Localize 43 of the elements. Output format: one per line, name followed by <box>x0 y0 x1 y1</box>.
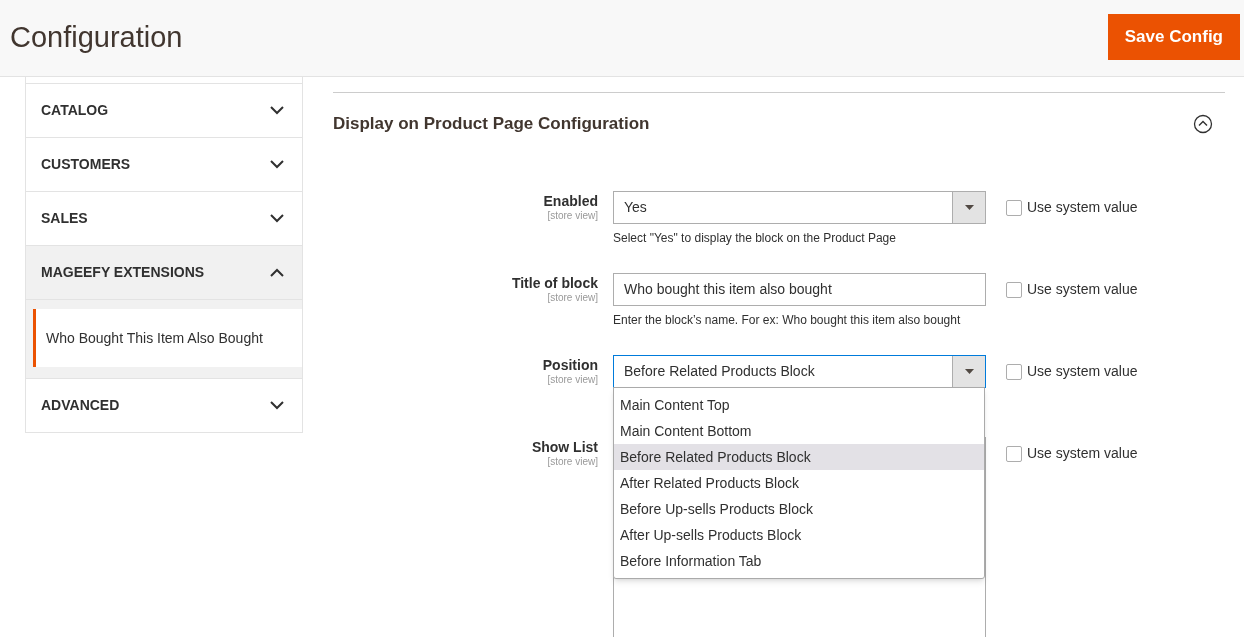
dropdown-option[interactable]: Before Up-sells Products Block <box>614 496 984 522</box>
field-label: Show List <box>530 439 598 456</box>
checkbox-label: Use system value <box>1027 362 1138 381</box>
checkbox-label: Use system value <box>1027 198 1138 217</box>
checkbox[interactable] <box>1006 445 1022 462</box>
dropdown-option[interactable]: After Up-sells Products Block <box>614 522 984 548</box>
scope-label: [store view] <box>546 292 598 304</box>
dropdown-option[interactable]: Before Information Tab <box>614 548 984 574</box>
field-note: Select "Yes" to display the block on the Product Page <box>613 230 897 247</box>
checkbox[interactable] <box>1006 363 1022 380</box>
checkbox-label: Use system value <box>1027 444 1138 463</box>
chevron-down-icon <box>270 160 284 169</box>
dropdown-option[interactable]: Before Related Products Block <box>614 444 984 470</box>
sidebar-link[interactable]: Who Bought This Item Also Bought <box>33 309 302 367</box>
save-config-button[interactable]: Save Config <box>1107 14 1240 60</box>
dropdown-option[interactable]: Main Content Bottom <box>614 418 984 444</box>
field-label: Position <box>541 357 598 374</box>
chevron-down-icon <box>270 401 284 410</box>
chevron-up-icon <box>270 268 284 277</box>
scope-label: [store view] <box>546 210 598 222</box>
sidebar-section[interactable]: SALES <box>25 192 303 246</box>
sidebar-section[interactable]: CUSTOMERS <box>25 138 303 192</box>
field-label: Title of block <box>510 275 598 292</box>
dropdown-option[interactable]: Main Content Top <box>614 392 984 418</box>
page-title: Configuration <box>10 20 183 56</box>
field-note: Enter the block’s name. For ex: Who bought this item also bought <box>613 312 962 329</box>
text-field[interactable]: Who bought this item also bought <box>613 273 986 306</box>
checkbox-label: Use system value <box>1027 280 1138 299</box>
field-label: Enabled <box>542 193 598 210</box>
scope-label: [store view] <box>546 456 598 468</box>
chevron-down-icon <box>270 106 284 115</box>
scope-label: [store view] <box>546 374 598 386</box>
checkbox[interactable] <box>1006 199 1022 216</box>
chevron-down-icon <box>270 214 284 223</box>
dropdown-option[interactable]: After Related Products Block <box>614 470 984 496</box>
select-field[interactable]: Before Related Products Block <box>613 355 986 388</box>
select-field[interactable]: Yes <box>613 191 986 224</box>
sidebar-section[interactable]: MAGEEFY EXTENSIONS <box>25 246 303 300</box>
sidebar-section[interactable]: CATALOG <box>25 84 303 138</box>
collapse-icon[interactable] <box>1193 113 1213 134</box>
checkbox[interactable] <box>1006 281 1022 298</box>
sidebar-section[interactable]: ADVANCED <box>25 379 303 433</box>
section-title: Display on Product Page Configuration <box>333 112 650 135</box>
